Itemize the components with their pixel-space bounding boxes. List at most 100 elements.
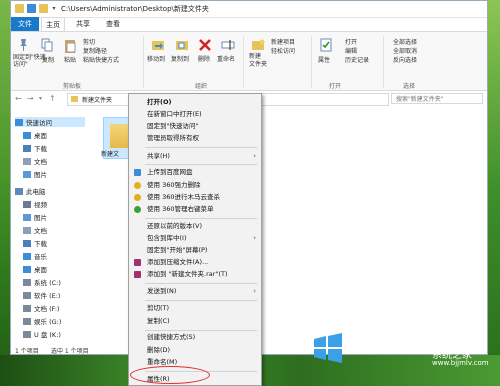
shield-icon <box>134 182 141 189</box>
chevron-right-icon: › <box>253 234 256 242</box>
properties-icon[interactable] <box>319 38 333 52</box>
new-folder-icon[interactable] <box>251 38 265 52</box>
easy-access-button[interactable]: 轻松访问 <box>271 46 295 55</box>
menu-item-pin-quick-access[interactable]: 固定到"快速访问" <box>129 121 261 132</box>
menu-separator <box>145 330 257 331</box>
select-all-button[interactable]: 全部选择 <box>393 37 417 46</box>
chevron-down-icon[interactable]: ▾ <box>39 95 42 102</box>
forward-arrow-icon[interactable]: → <box>27 94 34 103</box>
edit-button[interactable]: 编辑 <box>345 46 357 55</box>
menu-item-create-shortcut[interactable]: 创建快捷方式(S) <box>129 332 261 343</box>
sidebar-item-desktop[interactable]: 桌面 <box>23 130 47 140</box>
menu-item-include-library[interactable]: 包含到库中(I) › <box>129 233 261 244</box>
menu-item-restore-versions[interactable]: 还原以前的版本(V) <box>129 221 261 232</box>
menu-item-360-delete[interactable]: 使用 360强力删除 <box>129 180 261 191</box>
paste-shortcut-button[interactable]: 粘贴快捷方式 <box>83 55 119 64</box>
menu-item-add-archive[interactable]: 添加到压缩文件(A)... <box>129 257 261 268</box>
group-organize-label: 组织 <box>195 83 208 90</box>
tab-share[interactable]: 共享 <box>71 17 95 31</box>
cut-button[interactable]: 剪切 <box>83 37 95 46</box>
up-arrow-icon[interactable]: ↑ <box>49 94 56 103</box>
new-folder-icon[interactable] <box>39 4 48 13</box>
breadcrumb[interactable]: 新建文件夹 <box>82 95 112 104</box>
menu-item-share[interactable]: 共享(H) › <box>129 151 261 162</box>
copy-to-button[interactable]: 复制到 <box>171 54 189 63</box>
sidebar-item-documents[interactable]: 文档 <box>23 156 47 166</box>
search-input[interactable]: 搜索"新建文件夹" <box>391 93 483 104</box>
move-to-icon[interactable] <box>151 38 165 52</box>
sidebar-item-documents-pc[interactable]: 文档 <box>23 225 47 235</box>
paste-icon[interactable] <box>63 38 77 54</box>
drive-icon <box>23 291 31 299</box>
menu-item-360-scan[interactable]: 使用 360进行木马云查杀 <box>129 192 261 203</box>
tab-home[interactable]: 主页 <box>41 17 65 31</box>
select-none-button[interactable]: 全部取消 <box>393 46 417 55</box>
delete-button[interactable]: 删除 <box>198 54 210 63</box>
menu-item-send-to[interactable]: 发送到(N) › <box>129 286 261 297</box>
menu-item-pin-start[interactable]: 固定到"开始"屏幕(P) <box>129 245 261 256</box>
copy-icon[interactable] <box>41 38 53 52</box>
properties-button[interactable]: 属性 <box>318 55 330 64</box>
menu-item-take-ownership[interactable]: 管理员取得所有权 <box>129 133 261 144</box>
menu-item-delete[interactable]: 删除(D) <box>129 345 261 356</box>
sidebar-item-drive-g[interactable]: 娱乐 (G:) <box>23 316 61 326</box>
title-bar: ▾ C:\Users\Administrator\Desktop\新建文件夹 <box>11 1 487 18</box>
ribbon: 固定到"快速访问" 复制 粘贴 剪切 复制路径 粘贴快捷方式 剪贴板 移动到 复… <box>11 31 487 91</box>
menu-item-add-rar[interactable]: 添加到 "新建文件夹.rar"(T) <box>129 269 261 280</box>
music-icon <box>23 252 31 260</box>
sidebar-item-videos[interactable]: 视频 <box>23 199 47 209</box>
item-count: 1 个项目 <box>15 348 39 355</box>
rename-icon[interactable] <box>221 38 235 52</box>
winrar-icon <box>134 259 141 266</box>
folder-icon[interactable] <box>15 4 24 13</box>
tab-view[interactable]: 查看 <box>101 17 125 31</box>
navigation-pane: 快速访问 桌面 下载 文档 图片 此电脑 视频 图片 文档 下载 音乐 桌面 系… <box>11 109 89 341</box>
windows-logo-icon <box>314 333 342 363</box>
drive-icon <box>23 278 31 286</box>
new-item-button[interactable]: 新建项目 <box>271 37 295 46</box>
sidebar-item-quick-access[interactable]: 快速访问 <box>15 117 85 127</box>
sidebar-item-drive-k[interactable]: U 盘 (K:) <box>23 329 61 339</box>
back-arrow-icon[interactable]: ← <box>15 94 22 103</box>
drive-icon <box>23 317 31 325</box>
document-icon <box>23 226 31 234</box>
menu-item-open[interactable]: 打开(O) <box>129 97 261 108</box>
copy-button[interactable]: 复制 <box>42 55 54 64</box>
move-to-button[interactable]: 移动到 <box>147 54 165 63</box>
sidebar-item-drive-c[interactable]: 系统 (C:) <box>23 277 61 287</box>
menu-item-360-manage[interactable]: 使用 360管理右键菜单 <box>129 204 261 215</box>
sidebar-item-downloads[interactable]: 下载 <box>23 143 47 153</box>
desktop-icon <box>23 131 31 139</box>
menu-item-baidu-upload[interactable]: 上传到百度网盘 <box>129 167 261 178</box>
chevron-down-icon[interactable]: ▾ <box>51 4 57 13</box>
sidebar-item-this-pc[interactable]: 此电脑 <box>15 186 46 196</box>
copy-to-icon[interactable] <box>175 38 189 52</box>
wallpaper-left <box>0 0 10 386</box>
invert-selection-button[interactable]: 反向选择 <box>393 55 417 64</box>
tab-file[interactable]: 文件 <box>11 17 39 31</box>
pin-icon[interactable] <box>17 38 29 52</box>
delete-icon[interactable] <box>198 38 212 52</box>
highlight-circle <box>130 366 210 384</box>
menu-item-open-new-window[interactable]: 在新窗口中打开(E) <box>129 109 261 120</box>
menu-item-cut[interactable]: 剪切(T) <box>129 303 261 314</box>
paste-button[interactable]: 粘贴 <box>64 55 76 64</box>
sidebar-item-drive-f[interactable]: 文档 (F:) <box>23 303 60 313</box>
menu-item-copy[interactable]: 复制(C) <box>129 316 261 327</box>
properties-icon[interactable] <box>27 4 36 13</box>
sidebar-item-downloads-pc[interactable]: 下载 <box>23 238 47 248</box>
watermark-url: www.bjjmlv.com <box>432 359 489 367</box>
sidebar-item-drive-e[interactable]: 软件 (E:) <box>23 290 60 300</box>
sidebar-item-pictures[interactable]: 图片 <box>23 169 47 179</box>
download-icon <box>23 144 31 152</box>
sidebar-item-desktop-pc[interactable]: 桌面 <box>23 264 47 274</box>
copy-path-button[interactable]: 复制路径 <box>83 46 107 55</box>
new-folder-button[interactable]: 新建 文件夹 <box>249 53 267 69</box>
group-clipboard-label: 剪贴板 <box>63 83 82 90</box>
ribbon-separator <box>383 36 384 88</box>
rename-button[interactable]: 重命名 <box>217 54 235 63</box>
open-button[interactable]: 打开 <box>345 37 357 46</box>
sidebar-item-pictures-pc[interactable]: 图片 <box>23 212 47 222</box>
sidebar-item-music[interactable]: 音乐 <box>23 251 47 261</box>
history-button[interactable]: 历史记录 <box>345 55 369 64</box>
